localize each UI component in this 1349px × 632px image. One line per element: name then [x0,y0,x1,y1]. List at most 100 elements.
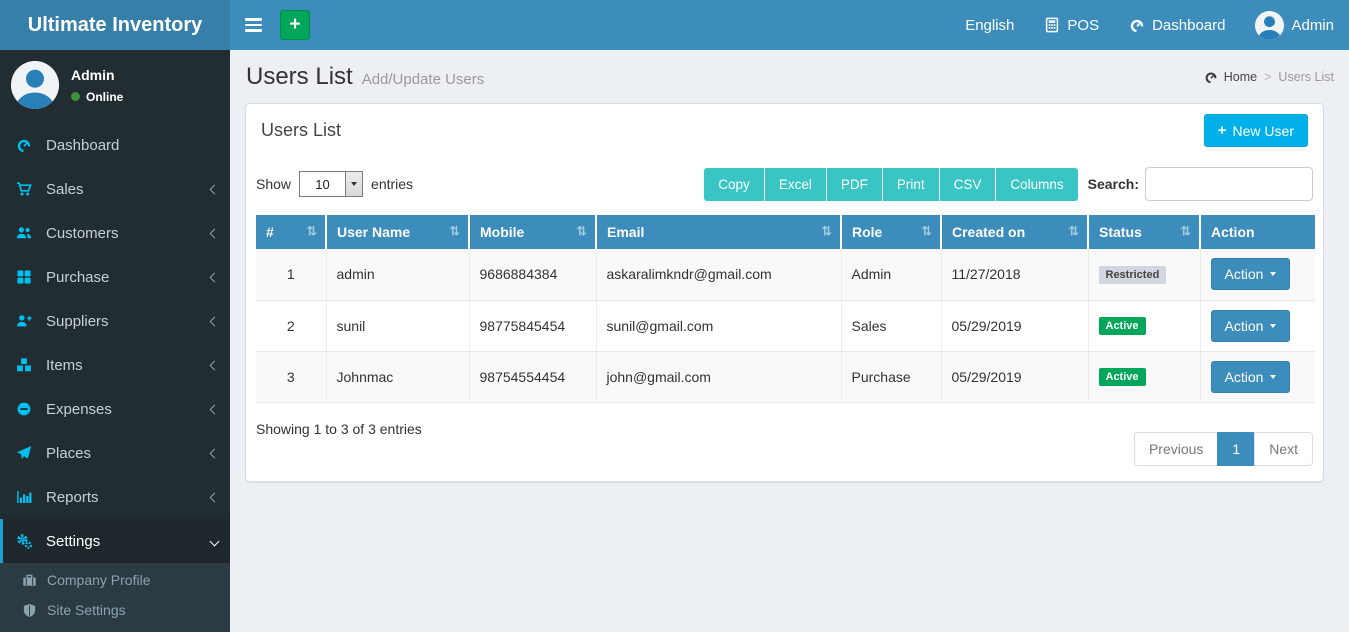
cell-created-on: 05/29/2019 [941,351,1088,402]
submenu-item-site-settings[interactable]: Site Settings [0,595,230,625]
action-dropdown-button[interactable]: Action [1211,361,1291,393]
export-pdf-button[interactable]: PDF [827,168,883,201]
table-row: 2sunil98775845454sunil@gmail.comSales05/… [256,300,1315,351]
export-print-button[interactable]: Print [883,168,940,201]
user-avatar [1255,11,1284,40]
settings-submenu: Company Profile Site SettingsTax List [0,563,230,632]
export-excel-button[interactable]: Excel [765,168,827,201]
page-subtitle: Add/Update Users [362,71,485,88]
column-header--[interactable]: #⇅ [256,215,326,249]
select-dropdown-button[interactable] [345,172,362,196]
chevron-left-icon [210,360,220,370]
cell-action: Action [1200,300,1315,351]
chevron-left-icon [210,404,220,414]
nav-language[interactable]: English [950,0,1029,50]
hamburger-icon [245,18,262,20]
cell-username: Johnmac [326,351,469,402]
topnav-right: English POS Dashboard Admin [950,0,1349,50]
calculator-icon [1044,17,1060,33]
sort-icon: ⇅ [921,225,932,240]
submenu-item-company-profile[interactable]: Company Profile [0,565,230,595]
cell-index: 1 [256,249,326,300]
sidebar-item-label: Settings [42,533,211,550]
top-navbar-body: + English POS Dashboard Admin [230,0,1349,50]
sidebar-item-sales[interactable]: Sales [0,167,230,211]
main-content: Users List Add/Update Users Home > Users… [230,50,1349,632]
sidebar-user-status: Online [86,90,123,104]
sidebar-item-customers[interactable]: Customers [0,211,230,255]
sidebar-item-reports[interactable]: Reports [0,475,230,519]
cell-mobile: 98754554454 [469,351,596,402]
cell-status: Active [1088,351,1200,402]
cell-action: Action [1200,249,1315,300]
sidebar-item-label: Reports [42,489,211,506]
sidebar-item-purchase[interactable]: Purchase [0,255,230,299]
column-header-email[interactable]: Email⇅ [596,215,841,249]
sidebar: Admin Online Dashboard Sales Customers Purc… [0,50,230,632]
breadcrumb-current: Users List [1278,70,1334,84]
sidebar-toggle-button[interactable] [230,0,276,50]
submenu-item-label: Company Profile [47,572,151,588]
chevron-left-icon [210,184,220,194]
content-header: Users List Add/Update Users Home > Users… [230,50,1349,101]
sidebar-item-items[interactable]: Items [0,343,230,387]
sidebar-item-label: Customers [42,225,211,242]
action-dropdown-button[interactable]: Action [1211,310,1291,342]
dashboard-icon [1204,70,1218,84]
sidebar-item-label: Purchase [42,269,211,286]
cell-email: askaralimkndr@gmail.com [596,249,841,300]
sort-icon: ⇅ [449,225,460,240]
sidebar-item-suppliers[interactable]: Suppliers [0,299,230,343]
cell-role: Purchase [841,351,941,402]
sidebar-item-places[interactable]: Places [0,431,230,475]
quick-add-button[interactable]: + [280,10,310,40]
column-header-role[interactable]: Role⇅ [841,215,941,249]
sidebar-item-dashboard[interactable]: Dashboard [0,123,230,167]
entries-label: entries [371,176,413,192]
export-csv-button[interactable]: CSV [940,168,997,201]
column-header-mobile[interactable]: Mobile⇅ [469,215,596,249]
cell-action: Action [1200,351,1315,402]
box-title: Users List [261,120,341,141]
pagination-page-1-button[interactable]: 1 [1217,432,1255,466]
nav-user-menu[interactable]: Admin [1240,0,1349,50]
cell-mobile: 98775845454 [469,300,596,351]
cell-role: Admin [841,249,941,300]
cart-icon [16,181,42,197]
sidebar-item-label: Sales [42,181,211,198]
sidebar-item-settings[interactable]: Settings [0,519,230,563]
cell-email: sunil@gmail.com [596,300,841,351]
nav-dashboard[interactable]: Dashboard [1114,0,1240,50]
nav-pos[interactable]: POS [1029,0,1114,50]
brand-logo[interactable]: Ultimate Inventory [0,0,230,50]
nav-dashboard-label: Dashboard [1152,17,1225,34]
chevron-left-icon [210,492,220,502]
cell-role: Sales [841,300,941,351]
action-dropdown-button[interactable]: Action [1211,258,1291,290]
sidebar-user-name: Admin [71,67,123,83]
submenu-item-tax-list[interactable]: Tax List [0,625,230,632]
pagination-next-button[interactable]: Next [1254,432,1313,466]
breadcrumb-home-link[interactable]: Home [1204,70,1257,84]
breadcrumb-separator: > [1264,70,1271,84]
sidebar-item-label: Items [42,357,211,374]
column-header-user-name[interactable]: User Name⇅ [326,215,469,249]
new-user-button[interactable]: + New User [1204,114,1308,147]
export-copy-button[interactable]: Copy [704,168,765,201]
page-size-select[interactable]: 10 [299,171,363,197]
search-input[interactable] [1145,167,1313,201]
app-window: Ultimate Inventory + English POS [0,0,1349,632]
briefcase-icon [22,573,47,588]
column-header-status[interactable]: Status⇅ [1088,215,1200,249]
show-label: Show [256,176,291,192]
tachometer-icon [1129,17,1145,33]
sidebar-item-label: Places [42,445,211,462]
pagination-previous-button[interactable]: Previous [1134,432,1218,466]
column-header-created-on[interactable]: Created on⇅ [941,215,1088,249]
export-columns-button[interactable]: Columns [996,168,1077,201]
box-body: Show 10 entries CopyExcelPDFPrintCSVColu… [246,157,1323,481]
users-list-box: Users List + New User Show 10 entries Co… [245,103,1324,482]
sidebar-item-expenses[interactable]: Expenses [0,387,230,431]
sort-icon: ⇅ [821,225,832,240]
table-footer: Showing 1 to 3 of 3 entries Previous 1 N… [256,417,1313,466]
